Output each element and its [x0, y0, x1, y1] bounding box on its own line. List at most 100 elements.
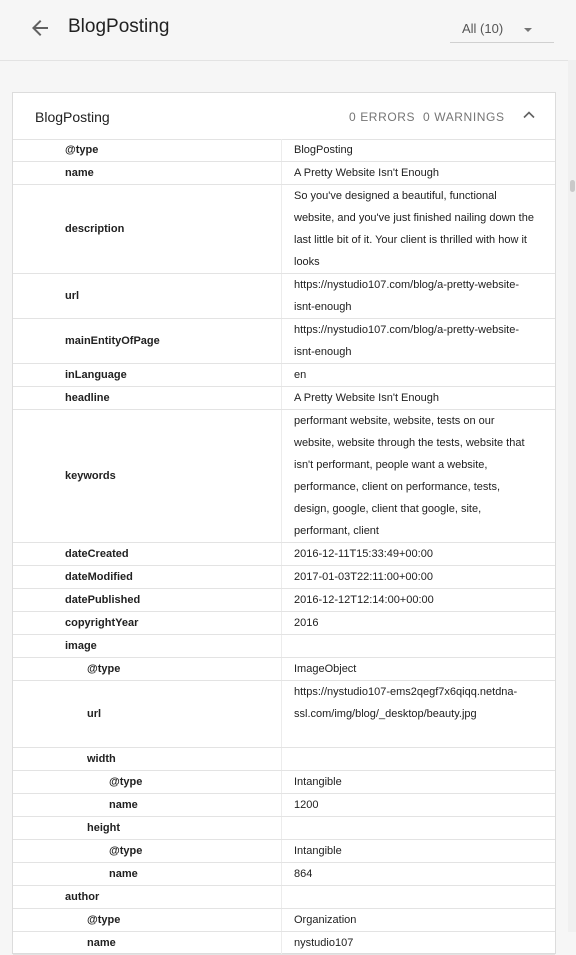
property-row: datePublished 2016-12-12T12:14:00+00:00: [13, 589, 555, 612]
property-row: keywords performant website, website, tes…: [13, 410, 555, 543]
property-key: inLanguage: [65, 369, 127, 381]
expand-less-icon[interactable]: [521, 107, 537, 123]
property-key: name: [65, 167, 94, 179]
property-key: mainEntityOfPage: [65, 335, 160, 347]
property-row: @type Intangible: [13, 840, 555, 863]
property-row: url https://nystudio107.com/blog/a-pretty…: [13, 274, 555, 319]
property-key: @type: [87, 663, 121, 675]
column-divider: [281, 543, 282, 565]
property-row: headline A Pretty Website Isn't Enough: [13, 387, 555, 410]
property-value: [227, 817, 555, 839]
property-key: url: [65, 290, 80, 302]
property-key: name: [87, 937, 116, 949]
column-divider: [281, 635, 282, 657]
property-key: width: [87, 753, 116, 765]
property-value: Intangible: [294, 776, 342, 788]
property-key: dateModified: [65, 571, 133, 583]
property-value: 1200: [294, 799, 319, 811]
property-value: [227, 748, 555, 770]
property-value: A Pretty Website Isn't Enough: [294, 167, 439, 179]
result-card: BlogPosting 0 ERRORS 0 WARNINGS @type Blo…: [12, 92, 556, 955]
property-value: 2016-12-12T12:14:00+00:00: [294, 594, 434, 606]
property-row: inLanguage en: [13, 364, 555, 387]
property-row: url https://nystudio107-ems2qegf7x6qiqq.n…: [13, 681, 555, 748]
property-value: https://nystudio107-ems2qegf7x6qiqq.netd…: [294, 686, 518, 720]
arrow-back-icon[interactable]: [28, 16, 52, 40]
property-key: keywords: [65, 470, 116, 482]
property-value: Organization: [294, 914, 357, 926]
property-value: performant website, website, tests on ou…: [294, 415, 525, 537]
property-row: name nystudio107: [13, 932, 555, 955]
property-row: @type BlogPosting: [13, 139, 555, 162]
property-key: author: [65, 891, 100, 903]
property-value: 2016-12-11T15:33:49+00:00: [294, 548, 433, 560]
property-row: width: [13, 748, 555, 771]
filter-selected-value: All (10): [462, 21, 504, 36]
property-row: description So you've designed a beautifu…: [13, 185, 555, 274]
property-key: @type: [109, 845, 143, 857]
property-value: [227, 886, 555, 908]
property-row: image: [13, 635, 555, 658]
property-key: name: [109, 868, 138, 880]
column-divider: [281, 387, 282, 409]
property-row: name 864: [13, 863, 555, 886]
property-row: @type ImageObject: [13, 658, 555, 681]
property-key: @type: [65, 144, 99, 156]
column-divider: [281, 771, 282, 793]
column-divider: [281, 794, 282, 816]
property-row: dateModified 2017-01-03T22:11:00+00:00: [13, 566, 555, 589]
property-value: https://nystudio107.com/blog/a-pretty-we…: [294, 279, 520, 313]
column-divider: [281, 162, 282, 184]
column-divider: [281, 566, 282, 588]
column-divider: [281, 185, 282, 273]
property-value: en: [294, 369, 307, 381]
column-divider: [281, 748, 282, 770]
scrollbar-thumb[interactable]: [570, 180, 575, 192]
property-value: 2017-01-03T22:11:00+00:00: [294, 571, 433, 583]
column-divider: [281, 364, 282, 386]
property-value: [227, 635, 555, 657]
property-key: headline: [65, 392, 110, 404]
column-divider: [281, 274, 282, 318]
property-key: height: [87, 822, 120, 834]
column-divider: [281, 589, 282, 611]
column-divider: [281, 319, 282, 363]
column-divider: [281, 909, 282, 931]
property-value: Intangible: [294, 845, 342, 857]
column-divider: [281, 658, 282, 680]
warnings-count: 0 WARNINGS: [423, 110, 505, 124]
property-row: copyrightYear 2016: [13, 612, 555, 635]
card-title: BlogPosting: [35, 109, 110, 125]
property-value: ImageObject: [294, 663, 357, 675]
property-key: image: [65, 640, 97, 652]
property-key: datePublished: [65, 594, 141, 606]
column-divider: [281, 139, 282, 161]
filter-dropdown[interactable]: All (10): [450, 12, 554, 43]
arrow-drop-down-icon: [523, 22, 533, 32]
property-row: name A Pretty Website Isn't Enough: [13, 162, 555, 185]
property-row: height: [13, 817, 555, 840]
property-value: nystudio107: [294, 937, 354, 949]
errors-count: 0 ERRORS: [349, 110, 416, 124]
page-title: BlogPosting: [68, 16, 170, 37]
property-value: 864: [294, 868, 313, 880]
column-divider: [281, 681, 282, 747]
property-value: So you've designed a beautiful, function…: [294, 190, 534, 268]
property-row: dateCreated 2016-12-11T15:33:49+00:00: [13, 543, 555, 566]
property-key: copyrightYear: [65, 617, 139, 629]
column-divider: [281, 886, 282, 908]
column-divider: [281, 612, 282, 634]
property-key: name: [109, 799, 138, 811]
column-divider: [281, 410, 282, 542]
property-key: dateCreated: [65, 548, 129, 560]
property-key: url: [87, 708, 102, 720]
property-row: mainEntityOfPage https://nystudio107.com/…: [13, 319, 555, 364]
property-key: @type: [87, 914, 121, 926]
property-value: BlogPosting: [294, 144, 353, 156]
property-value: A Pretty Website Isn't Enough: [294, 392, 439, 404]
property-row: @type Intangible: [13, 771, 555, 794]
scrollbar[interactable]: [568, 60, 576, 932]
top-app-bar: BlogPosting All (10): [0, 0, 576, 61]
card-header[interactable]: BlogPosting 0 ERRORS 0 WARNINGS: [13, 93, 555, 140]
column-divider: [281, 817, 282, 839]
